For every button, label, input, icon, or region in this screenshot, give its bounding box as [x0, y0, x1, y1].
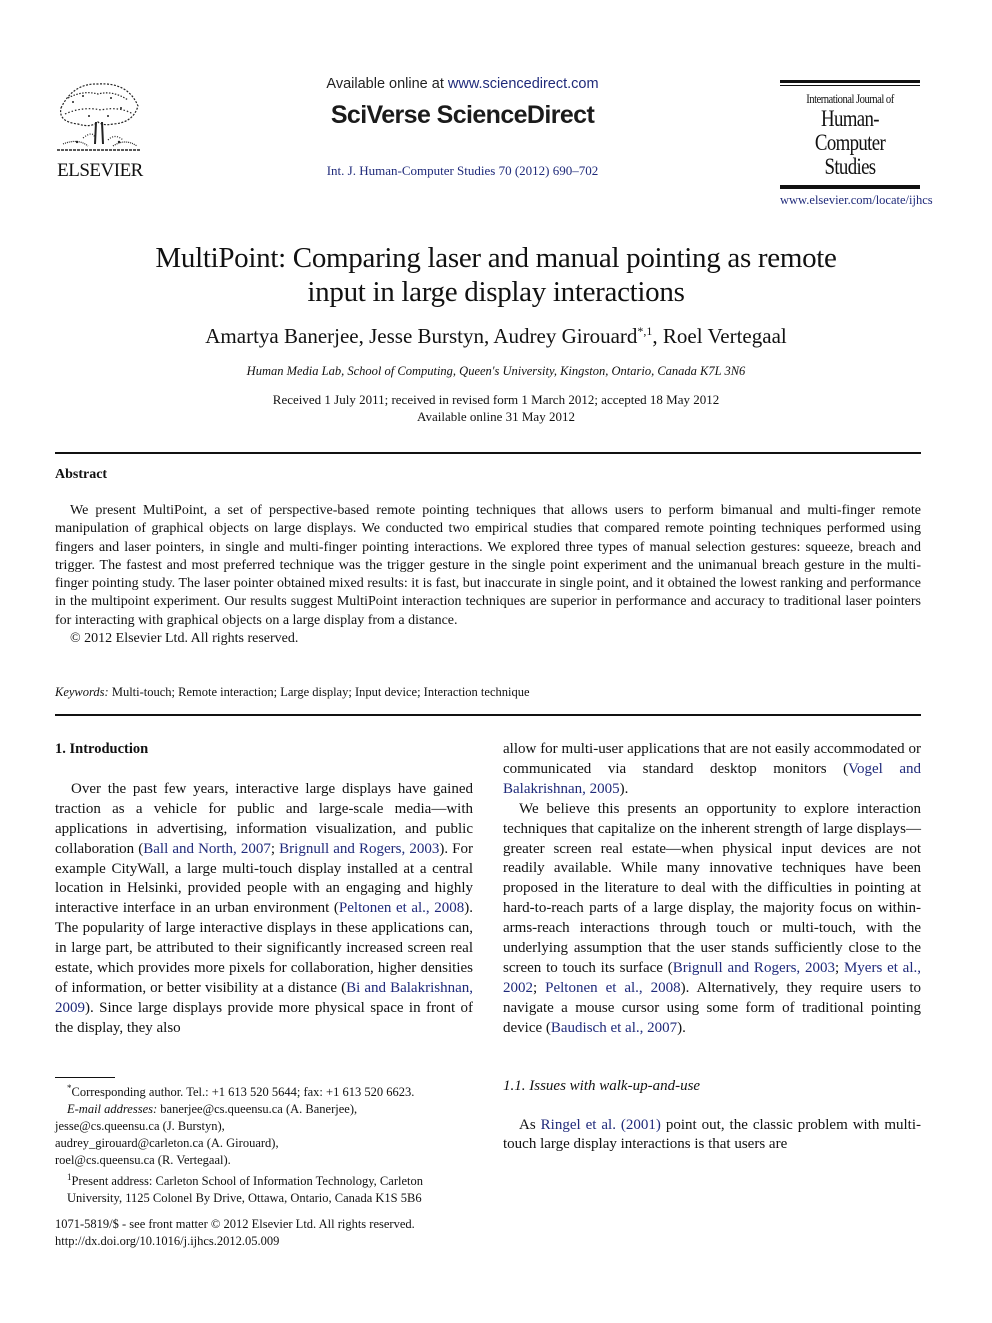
text-run: ).: [619, 780, 629, 797]
email-link[interactable]: banerjee@cs.queensu.ca (A. Banerjee),: [157, 1102, 357, 1116]
journal-logo-box: International Journal of Human-Computer …: [780, 80, 933, 208]
citation-link[interactable]: Peltonen et al., 2008: [339, 900, 464, 916]
text-run: ).: [677, 1019, 686, 1036]
journal-citation-link[interactable]: Int. J. Human-Computer Studies 70 (2012)…: [290, 163, 635, 179]
publisher-name: ELSEVIER: [57, 160, 143, 181]
citation-link[interactable]: Brignull and Rogers, 2003: [279, 841, 439, 857]
citation-link[interactable]: Peltonen et al., 2008: [545, 980, 681, 996]
text-run: ;: [533, 979, 546, 996]
text-run: ). Since large displays provide more phy…: [55, 999, 473, 1036]
elsevier-logo: ELSEVIER: [50, 78, 150, 182]
citation-link[interactable]: Ball and North, 2007: [143, 841, 271, 857]
header-center: Available online at www.sciencedirect.co…: [290, 76, 635, 179]
citation-link[interactable]: Ringel et al. (2001): [541, 1117, 661, 1133]
abstract-copyright: © 2012 Elsevier Ltd. All rights reserved…: [70, 631, 299, 647]
issn-line: 1071-5819/$ - see front matter © 2012 El…: [55, 1217, 415, 1231]
footnote-text: Present address: Carleton School of Info…: [67, 1174, 423, 1206]
article-dates: Received 1 July 2011; received in revise…: [60, 391, 932, 425]
footnote-corresponding: *Corresponding author. Tel.: +1 613 520 …: [55, 1080, 475, 1101]
section-heading-introduction: 1. Introduction: [55, 741, 149, 757]
affiliation: Human Media Lab, School of Computing, Qu…: [246, 364, 746, 378]
email-link[interactable]: audrey_girouard@carleton.ca (A. Girouard…: [55, 1135, 475, 1152]
received-dates: Received 1 July 2011; received in revise…: [272, 392, 720, 407]
divider-top: [55, 452, 921, 454]
intro-paragraph-1-continued: allow for multi-user applications that a…: [503, 740, 921, 800]
journal-box-rule-top-thin: [780, 85, 920, 86]
sciencedirect-link[interactable]: www.sciencedirect.com: [448, 76, 599, 92]
email-link[interactable]: jesse@cs.queensu.ca (J. Burstyn),: [55, 1118, 475, 1135]
journal-box-line2: Human-Computer: [814, 106, 886, 155]
journal-homepage-link[interactable]: www.elsevier.com/locate/ijhcs: [780, 193, 933, 208]
divider-bottom: [55, 714, 921, 716]
journal-box-rule-top: [780, 80, 920, 83]
available-online-line: Available online at www.sciencedirect.co…: [290, 76, 635, 92]
footnote-emails: E-mail addresses: banerjee@cs.queensu.ca…: [55, 1101, 475, 1118]
journal-box-line1: International Journal of: [806, 92, 894, 106]
available-online-date: Available online 31 May 2012: [417, 409, 575, 424]
abstract-heading: Abstract: [55, 467, 108, 482]
footnotes: *Corresponding author. Tel.: +1 613 520 …: [55, 1080, 475, 1207]
column-right: allow for multi-user applications that a…: [503, 740, 921, 1155]
intro-paragraph-2: We believe this presents an opportunity …: [503, 800, 921, 1039]
authors-part1: Amartya Banerjee, Jesse Burstyn, Audrey …: [205, 324, 638, 348]
citation-link[interactable]: Baudisch et al., 2007: [551, 1020, 677, 1036]
doi-link[interactable]: http://dx.doi.org/10.1016/j.ijhcs.2012.0…: [55, 1233, 415, 1250]
footnote-divider: [55, 1077, 115, 1078]
article-title-line1: MultiPoint: Comparing laser and manual p…: [155, 242, 837, 274]
footnote-present-address: 1Present address: Carleton School of Inf…: [55, 1169, 475, 1207]
authors-part2: , Roel Vertegaal: [652, 324, 787, 348]
author-list: Amartya Banerjee, Jesse Burstyn, Audrey …: [60, 324, 932, 349]
text-run: ;: [270, 840, 280, 857]
intro-paragraph-3: As Ringel et al. (2001) point out, the c…: [503, 1116, 921, 1156]
keywords-label: Keywords:: [55, 685, 109, 699]
intro-paragraph-1: Over the past few years, interactive lar…: [55, 780, 473, 1039]
keywords: Keywords: Multi-touch; Remote interactio…: [55, 685, 530, 700]
author-footnote-marker[interactable]: *,1: [637, 324, 652, 338]
available-prefix: Available online at: [326, 76, 448, 92]
email-label: E-mail addresses:: [67, 1102, 158, 1117]
keywords-list: Multi-touch; Remote interaction; Large d…: [111, 685, 530, 699]
text-run: As: [519, 1116, 541, 1133]
citation-link[interactable]: Brignull and Rogers, 2003: [673, 960, 835, 976]
platform-name: SciVerse ScienceDirect: [330, 101, 595, 129]
article-title: MultiPoint: Comparing laser and manual p…: [60, 241, 932, 309]
abstract-body: We present MultiPoint, a set of perspect…: [55, 502, 921, 648]
subsection-heading: 1.1. Issues with walk-up-and-use: [503, 1077, 701, 1094]
footnote-text: Corresponding author. Tel.: +1 613 520 5…: [71, 1085, 415, 1100]
elsevier-tree-icon: [53, 78, 143, 158]
article-title-line2: input in large display interactions: [307, 276, 685, 308]
text-run: We believe this presents an opportunity …: [503, 800, 921, 976]
journal-box-line3: Studies: [824, 154, 877, 179]
journal-box-rule-bottom: [780, 186, 920, 189]
email-link[interactable]: roel@cs.queensu.ca (R. Vertegaal).: [55, 1152, 475, 1169]
front-matter-info: 1071-5819/$ - see front matter © 2012 El…: [55, 1216, 415, 1250]
text-run: ;: [834, 959, 844, 976]
column-left: 1. Introduction Over the past few years,…: [55, 740, 473, 1039]
abstract-text: We present MultiPoint, a set of perspect…: [55, 503, 921, 628]
